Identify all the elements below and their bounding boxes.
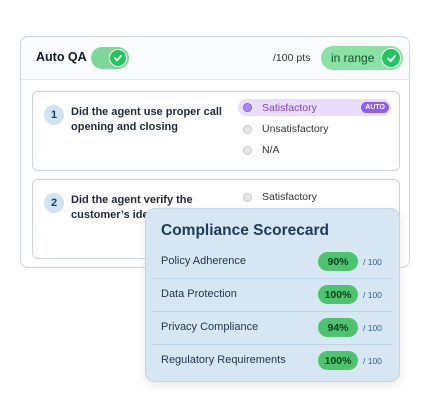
question-number: 1 xyxy=(44,105,64,125)
option-label: N/A xyxy=(262,144,280,156)
score-max: / 100 xyxy=(363,356,382,366)
in-range-toggle[interactable]: in range xyxy=(321,46,403,70)
in-range-label: in range xyxy=(331,51,375,65)
score-max: / 100 xyxy=(363,290,382,300)
scorecard-row-privacy-compliance: Privacy Compliance 94% / 100 xyxy=(152,311,393,345)
option-label: Unsatisfactory xyxy=(262,123,329,135)
score-max: / 100 xyxy=(363,257,382,267)
scorecard-row-data-protection: Data Protection 100% / 100 xyxy=(152,278,393,312)
question-number: 2 xyxy=(44,193,64,213)
score-max: / 100 xyxy=(363,323,382,333)
scorecard-row-label: Data Protection xyxy=(161,288,237,300)
radio-icon xyxy=(243,145,252,155)
option-satisfactory-selected[interactable]: Satisfactory AUTO xyxy=(238,99,391,116)
check-icon xyxy=(381,48,401,68)
radio-icon xyxy=(243,192,252,202)
scorecard-row-policy-adherence: Policy Adherence 90% / 100 xyxy=(152,245,393,279)
score-pill: 100% xyxy=(318,351,358,370)
scorecard-row-label: Regulatory Requirements xyxy=(161,354,286,366)
auto-badge: AUTO xyxy=(361,102,389,113)
radio-icon xyxy=(243,124,252,134)
option-satisfactory[interactable]: Satisfactory xyxy=(243,191,317,203)
points-label: /100 pts xyxy=(273,52,311,64)
scorecard-row-label: Policy Adherence xyxy=(161,255,246,267)
option-na[interactable]: N/A xyxy=(243,144,280,156)
auto-qa-toggle[interactable] xyxy=(91,47,129,69)
score-pill: 90% xyxy=(318,252,358,271)
qa-title: Auto QA xyxy=(36,50,87,64)
score-pill: 94% xyxy=(318,318,358,337)
scorecard-row-label: Privacy Compliance xyxy=(161,321,259,333)
option-label: Satisfactory xyxy=(262,101,317,114)
scorecard-title: Compliance Scorecard xyxy=(161,222,329,239)
option-unsatisfactory[interactable]: Unsatisfactory xyxy=(243,123,329,135)
compliance-scorecard: Compliance Scorecard Policy Adherence 90… xyxy=(145,208,400,382)
radio-selected-icon xyxy=(243,103,252,112)
score-pill: 100% xyxy=(318,285,358,304)
scorecard-row-regulatory-requirements: Regulatory Requirements 100% / 100 xyxy=(152,344,393,377)
question-card-1: 1 Did the agent use proper call opening … xyxy=(32,91,400,171)
qa-header: Auto QA /100 pts in range xyxy=(21,37,409,80)
option-label: Satisfactory xyxy=(262,191,317,203)
check-icon xyxy=(109,49,127,67)
question-text: Did the agent use proper call opening an… xyxy=(71,106,222,133)
